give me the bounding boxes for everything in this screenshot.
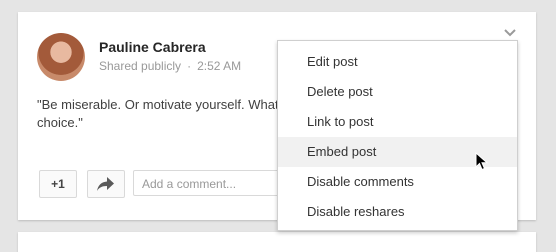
visibility-label[interactable]: Shared publicly (99, 59, 181, 73)
menu-item-disable-reshares[interactable]: Disable reshares (278, 197, 517, 227)
share-arrow-icon (97, 177, 114, 191)
meta-separator: · (187, 59, 192, 73)
menu-item-delete-post[interactable]: Delete post (278, 77, 517, 107)
mouse-pointer-icon (475, 152, 489, 171)
share-button[interactable] (87, 170, 125, 198)
chevron-down-icon[interactable] (504, 26, 516, 37)
menu-item-edit-post[interactable]: Edit post (278, 47, 517, 77)
post-text: "Be miserable. Or motivate yourself. Wha… (37, 97, 286, 130)
plus-one-button[interactable]: +1 (39, 170, 77, 198)
post-meta: Shared publicly · 2:52 AM (99, 59, 241, 73)
author-name[interactable]: Pauline Cabrera (99, 39, 206, 55)
menu-item-link-to-post[interactable]: Link to post (278, 107, 517, 137)
author-avatar[interactable] (37, 33, 85, 81)
post-time[interactable]: 2:52 AM (197, 59, 241, 73)
post-options-menu: Edit post Delete post Link to post Embed… (277, 40, 518, 231)
comment-input[interactable]: Add a comment... (133, 170, 283, 196)
next-post-card (18, 232, 536, 252)
